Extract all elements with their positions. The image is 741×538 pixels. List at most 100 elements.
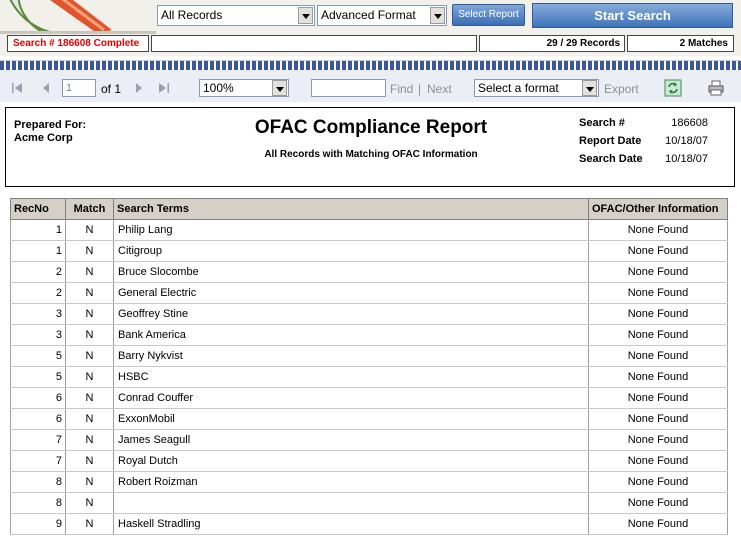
chevron-down-icon[interactable] [272, 80, 287, 96]
rec-number-cell: 6 [10, 387, 66, 409]
rec-number-cell: 6 [10, 408, 66, 430]
table-row: 3 N Geoffrey Stine None Found [10, 303, 728, 325]
ofac-info-cell: None Found [588, 513, 728, 535]
table-row: 7 N James Seagull None Found [10, 429, 728, 451]
search-term-cell: Geoffrey Stine [113, 303, 589, 325]
page-number-input[interactable]: 1 [62, 79, 96, 97]
format-select-value: Advanced Format [321, 8, 416, 22]
column-header-match: Match [65, 198, 114, 220]
search-term-cell [113, 492, 589, 514]
last-page-icon[interactable] [158, 82, 170, 94]
export-link[interactable]: Export [604, 82, 639, 96]
prev-page-icon[interactable] [40, 82, 52, 94]
prepared-for-label: Prepared For: [14, 119, 87, 131]
export-format-value: Select a format [478, 81, 559, 95]
status-message-field [151, 35, 477, 52]
chevron-down-icon[interactable] [582, 80, 597, 96]
rec-number-cell: 3 [10, 303, 66, 325]
search-date-label: Search Date [579, 153, 643, 165]
rec-number-cell: 3 [10, 324, 66, 346]
results-table: RecNo Match Search Terms OFAC/Other Info… [10, 198, 728, 535]
next-link[interactable]: Next [427, 82, 452, 96]
table-row: 6 N ExxonMobil None Found [10, 408, 728, 430]
chevron-down-icon[interactable] [298, 7, 313, 24]
records-select[interactable]: All Records [157, 5, 315, 26]
report-date-value: 10/18/07 [665, 135, 708, 147]
rec-number-cell: 7 [10, 429, 66, 451]
table-row: 6 N Conrad Couffer None Found [10, 387, 728, 409]
report-date-label: Report Date [579, 135, 642, 147]
refresh-icon[interactable] [664, 79, 682, 97]
search-term-cell: Conrad Couffer [113, 387, 589, 409]
export-format-select[interactable]: Select a format [474, 79, 599, 97]
match-cell: N [65, 492, 114, 514]
ofac-info-cell: None Found [588, 261, 728, 283]
first-page-icon[interactable] [11, 82, 23, 94]
print-icon[interactable] [707, 79, 725, 97]
match-cell: N [65, 240, 114, 262]
column-header-search-terms: Search Terms [113, 198, 589, 220]
start-search-button[interactable]: Start Search [532, 3, 733, 28]
match-cell: N [65, 219, 114, 241]
find-input[interactable] [311, 79, 386, 97]
search-term-cell: General Electric [113, 282, 589, 304]
select-report-button[interactable]: Select Report [452, 4, 525, 26]
next-page-icon[interactable] [133, 82, 145, 94]
search-term-cell: ExxonMobil [113, 408, 589, 430]
rec-number-cell: 8 [10, 471, 66, 493]
search-term-cell: Bank America [113, 324, 589, 346]
rec-number-cell: 1 [10, 240, 66, 262]
report-page: Prepared For: Acme Corp OFAC Compliance … [0, 102, 741, 538]
match-cell: N [65, 513, 114, 535]
zoom-select[interactable]: 100% [199, 79, 289, 97]
report-header: Prepared For: Acme Corp OFAC Compliance … [5, 107, 735, 187]
table-row: 5 N Barry Nykvist None Found [10, 345, 728, 367]
rec-number-cell: 7 [10, 450, 66, 472]
table-row: 5 N HSBC None Found [10, 366, 728, 388]
ofac-info-cell: None Found [588, 366, 728, 388]
rec-number-cell: 9 [10, 513, 66, 535]
rec-number-cell: 5 [10, 366, 66, 388]
search-number-value: 186608 [671, 117, 708, 129]
ofac-info-cell: None Found [588, 240, 728, 262]
rec-number-cell: 8 [10, 492, 66, 514]
page-count-label: of 1 [101, 82, 122, 96]
rec-number-cell: 5 [10, 345, 66, 367]
match-cell: N [65, 282, 114, 304]
report-toolbar: 1 of 1 100% Find | Next Select a format … [0, 60, 741, 102]
rec-number-cell: 2 [10, 261, 66, 283]
find-link[interactable]: Find [390, 82, 413, 96]
column-header-ofac-info: OFAC/Other Information [588, 198, 728, 220]
ofac-info-cell: None Found [588, 324, 728, 346]
status-bar: Search # 186608 Complete 29 / 29 Records… [0, 33, 741, 53]
match-cell: N [65, 366, 114, 388]
ofac-info-cell: None Found [588, 345, 728, 367]
match-cell: N [65, 471, 114, 493]
search-term-cell: HSBC [113, 366, 589, 388]
ofac-info-cell: None Found [588, 450, 728, 472]
format-select[interactable]: Advanced Format [317, 5, 447, 26]
find-separator: | [418, 82, 422, 96]
table-header-row: RecNo Match Search Terms OFAC/Other Info… [10, 198, 728, 220]
match-cell: N [65, 324, 114, 346]
table-body: 1 N Philip Lang None Found 1 N Citigroup None F… [10, 219, 728, 535]
records-select-value: All Records [161, 8, 223, 22]
zoom-value: 100% [203, 81, 234, 95]
search-term-cell: Robert Roizman [113, 471, 589, 493]
table-row: 9 N Haskell Stradling None Found [10, 513, 728, 535]
search-term-cell: Haskell Stradling [113, 513, 589, 535]
search-status-text: Search # 186608 Complete [7, 35, 149, 52]
logo-icon [0, 0, 156, 34]
match-cell: N [65, 345, 114, 367]
rec-number-cell: 1 [10, 219, 66, 241]
match-cell: N [65, 261, 114, 283]
table-row: 7 N Royal Dutch None Found [10, 450, 728, 472]
match-cell: N [65, 450, 114, 472]
search-term-cell: Bruce Slocombe [113, 261, 589, 283]
search-term-cell: Royal Dutch [113, 450, 589, 472]
records-count: 29 / 29 Records [479, 35, 625, 52]
report-title: OFAC Compliance Report [254, 117, 488, 138]
chevron-down-icon[interactable] [430, 7, 445, 24]
prepared-for-value: Acme Corp [14, 132, 73, 144]
search-term-cell: Barry Nykvist [113, 345, 589, 367]
